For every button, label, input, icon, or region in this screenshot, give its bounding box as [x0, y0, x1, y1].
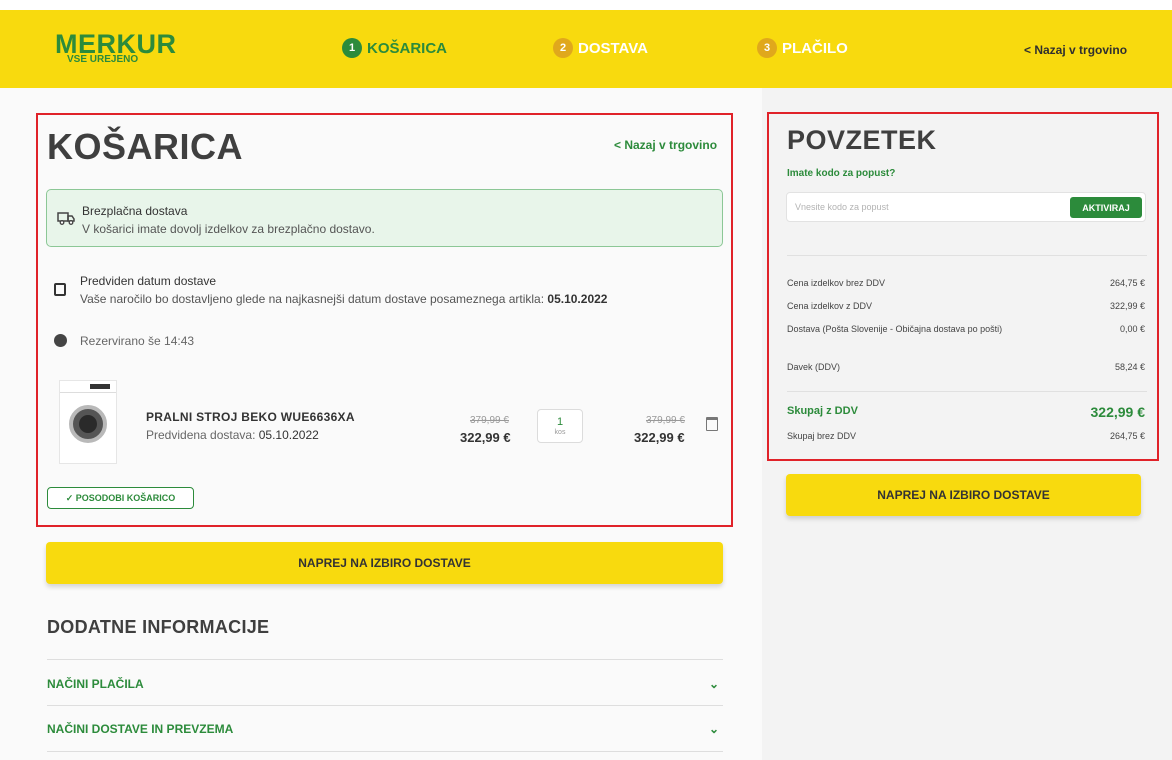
unit-price: 322,99 €	[460, 430, 511, 445]
promo-code-input[interactable]	[795, 198, 1045, 216]
free-delivery-title: Brezplačna dostava	[82, 204, 188, 218]
divider	[787, 391, 1147, 392]
line-total-price: 322,99 €	[634, 430, 685, 445]
top-strip	[0, 0, 1172, 10]
merkur-logo[interactable]: MERKUR VSE UREJENO	[55, 30, 185, 70]
accordion-payment-methods-label: NAČINI PLAČILA	[47, 677, 144, 691]
divider	[47, 659, 723, 660]
free-delivery-text: V košarici imate dovolj izdelkov za brez…	[82, 222, 375, 236]
header-back-to-shop-link[interactable]: < Nazaj v trgovino	[1024, 43, 1127, 57]
accordion-delivery-methods[interactable]: NAČINI DOSTAVE IN PREVZEMA ⌄	[47, 722, 723, 736]
promo-code-label: Imate kodo za popust?	[787, 168, 896, 179]
quantity-unit: kos	[554, 429, 566, 436]
delivery-date-text: Vaše naročilo bo dostavljeno glede na na…	[80, 292, 607, 306]
truck-icon	[57, 212, 75, 225]
delivery-date-title: Predviden datum dostave	[80, 274, 217, 288]
summary-row-value: 0,00 €	[1119, 324, 1145, 334]
summary-row-label: Davek (DDV)	[787, 362, 841, 372]
promo-code-field: AKTIVIRAJ	[786, 192, 1146, 222]
activate-promo-button[interactable]: AKTIVIRAJ	[1070, 197, 1142, 218]
step-cart: 1 KOŠARICA	[342, 38, 447, 58]
quantity-input[interactable]: 1 kos	[537, 409, 583, 443]
delivery-date-value: 05.10.2022	[547, 292, 608, 306]
accordion-payment-methods[interactable]: NAČINI PLAČILA ⌄	[47, 677, 723, 691]
divider	[47, 705, 723, 706]
step-label-cart: KOŠARICA	[367, 39, 448, 57]
cart-section-highlight	[36, 113, 733, 527]
step-number-2: 2	[553, 38, 573, 58]
total-old-price: 379,99 €	[646, 415, 685, 426]
cart-back-to-shop-link[interactable]: < Nazaj v trgovino	[614, 138, 717, 152]
reservation-timer: Rezervirano še 14:43	[80, 334, 195, 348]
product-image-washing-machine[interactable]	[59, 380, 117, 464]
checkout-header: MERKUR VSE UREJENO 1 KOŠARICA 2 DOSTAVA …	[0, 10, 1172, 88]
additional-info-title: DODATNE INFORMACIJE	[47, 617, 270, 637]
chevron-down-icon: ⌄	[708, 677, 719, 691]
unit-old-price: 379,99 €	[470, 415, 509, 426]
total-net-label: Skupaj brez DDV	[787, 431, 857, 441]
total-value: 322,99 €	[1090, 404, 1146, 420]
update-cart-button[interactable]: ✓ POSODOBI KOŠARICO	[47, 487, 194, 509]
divider	[47, 751, 723, 752]
divider	[787, 255, 1147, 256]
chevron-down-icon: ⌄	[708, 722, 719, 736]
summary-row-label: Dostava (Pošta Slovenije - Običajna dost…	[787, 324, 1003, 334]
washer-drum	[69, 405, 107, 443]
summary-row-value: 58,24 €	[1114, 362, 1145, 372]
proceed-to-delivery-button[interactable]: NAPREJ NA IZBIRO DOSTAVE	[46, 542, 723, 584]
step-number-3: 3	[757, 38, 777, 58]
free-delivery-notice: Brezplačna dostava V košarici imate dovo…	[46, 189, 723, 247]
total-net-value: 264,75 €	[1109, 431, 1145, 441]
summary-row-label: Cena izdelkov brez DDV	[787, 278, 886, 288]
trash-icon[interactable]	[706, 417, 718, 431]
product-name[interactable]: PRALNI STROJ BEKO WUE6636XA	[146, 410, 355, 424]
clock-icon	[54, 334, 67, 347]
summary-proceed-button[interactable]: NAPREJ NA IZBIRO DOSTAVE	[786, 474, 1141, 516]
product-delivery: Predvidena dostava: 05.10.2022	[146, 428, 319, 442]
step-delivery: 2 DOSTAVA	[553, 38, 648, 58]
delivery-date-description: Vaše naročilo bo dostavljeno glede na na…	[80, 292, 548, 306]
step-label-payment: PLAČILO	[782, 39, 848, 57]
washer-display	[90, 384, 110, 389]
logo-tagline: VSE UREJENO	[67, 54, 139, 65]
step-payment: 3 PLAČILO	[757, 38, 848, 58]
washer-control-panel	[60, 381, 116, 393]
calendar-icon	[54, 283, 66, 296]
quantity-value: 1	[556, 416, 564, 428]
page-title: KOŠARICA	[47, 126, 244, 167]
accordion-delivery-methods-label: NAČINI DOSTAVE IN PREVZEMA	[47, 722, 234, 736]
product-delivery-label: Predvidena dostava:	[146, 428, 259, 442]
product-delivery-date: 05.10.2022	[258, 428, 319, 442]
summary-row-value: 264,75 €	[1109, 278, 1145, 288]
total-label: Skupaj z DDV	[787, 405, 858, 417]
summary-row-label: Cena izdelkov z DDV	[787, 301, 873, 311]
step-number-1: 1	[342, 38, 362, 58]
summary-title: POVZETEK	[787, 125, 937, 155]
summary-row-value: 322,99 €	[1109, 301, 1145, 311]
step-label-delivery: DOSTAVA	[578, 39, 648, 57]
